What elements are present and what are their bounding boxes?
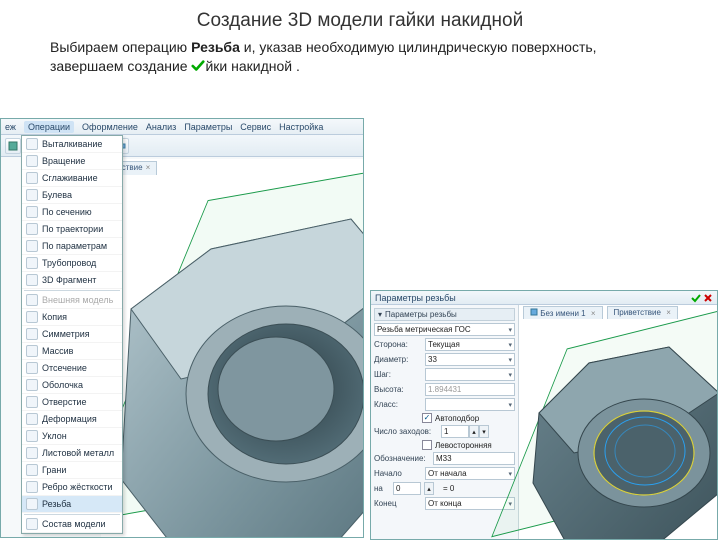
dd-sheetmetal[interactable]: Листовой металл: [22, 445, 122, 462]
menu-design[interactable]: Оформление: [82, 122, 138, 132]
dd-pipe[interactable]: Трубопровод: [22, 255, 122, 272]
toolbar-button-1[interactable]: [5, 138, 21, 154]
dd-extmodel[interactable]: Внешняя модель: [22, 292, 122, 309]
doc-tab-welcome2[interactable]: Приветствие ×: [607, 306, 678, 319]
close-icon[interactable]: ×: [591, 309, 596, 318]
dd-deform[interactable]: Деформация: [22, 411, 122, 428]
dd-modelcontents[interactable]: Состав модели: [22, 516, 122, 533]
thread-type-select[interactable]: Резьба метрическая ГОС: [374, 323, 515, 336]
panel-titlebar: Параметры резьбы: [371, 291, 717, 305]
menu-analysis[interactable]: Анализ: [146, 122, 176, 132]
side-select[interactable]: Текущая: [425, 338, 515, 351]
slide-title: Создание 3D модели гайки накидной: [0, 10, 720, 32]
dd-hole[interactable]: Отверстие: [22, 394, 122, 411]
params-section-head[interactable]: ▾Параметры резьбы: [374, 308, 515, 321]
menu-settings[interactable]: Настройка: [279, 122, 323, 132]
dd-draft[interactable]: Уклон: [22, 428, 122, 445]
end-label: Конец: [374, 499, 422, 508]
pitch-label: Шаг:: [374, 370, 422, 379]
side-label: Сторона:: [374, 340, 422, 349]
menu-operations[interactable]: Операции: [24, 121, 74, 133]
desc-operation-name: Резьба: [191, 39, 240, 55]
dd-rib[interactable]: Ребро жёсткости: [22, 479, 122, 496]
dd-byparams[interactable]: По параметрам: [22, 238, 122, 255]
diameter-select[interactable]: 33: [425, 353, 515, 366]
dd-loft[interactable]: По сечению: [22, 204, 122, 221]
step-up-icon[interactable]: ▴: [469, 425, 479, 438]
dd-boolean[interactable]: Булева: [22, 187, 122, 204]
dd-faces[interactable]: Грани: [22, 462, 122, 479]
nut-shape-left: [101, 179, 364, 538]
menu-service[interactable]: Сервис: [240, 122, 271, 132]
end-select[interactable]: От конца: [425, 497, 515, 510]
pitch-select[interactable]: [425, 368, 515, 381]
designation-input[interactable]: M33: [433, 452, 515, 465]
dd-copy[interactable]: Копия: [22, 309, 122, 326]
viewport-left: етствие×: [101, 159, 363, 537]
autofit-checkbox[interactable]: [422, 413, 432, 423]
dd-symmetry[interactable]: Симметрия: [22, 326, 122, 343]
dd-array[interactable]: Массив: [22, 343, 122, 360]
dd-cut[interactable]: Отсечение: [22, 360, 122, 377]
panel-title-text: Параметры резьбы: [375, 293, 456, 303]
collapse-icon[interactable]: ▾: [378, 310, 382, 319]
on-label: на: [374, 484, 390, 493]
height-input[interactable]: 1.894431: [425, 383, 515, 396]
dd-sweep[interactable]: По траектории: [22, 221, 122, 238]
dd-smooth[interactable]: Сглаживание: [22, 170, 122, 187]
height-label: Высота:: [374, 385, 422, 394]
on-equals: = 0: [443, 484, 454, 493]
dropdown-separator-1: [24, 290, 120, 291]
dd-revolve[interactable]: Вращение: [22, 153, 122, 170]
dd-extrude[interactable]: Выталкивание: [22, 136, 122, 153]
step-up-icon[interactable]: ▴: [424, 482, 434, 495]
desc-text-pre: Выбираем операцию: [50, 39, 191, 55]
designation-label: Обозначение:: [374, 454, 430, 463]
starts-label: Число заходов:: [374, 427, 438, 436]
checkmark-icon: [191, 59, 205, 73]
lefthand-label: Левосторонняя: [435, 441, 492, 450]
menubar-cut: еж: [5, 122, 16, 132]
apply-icon[interactable]: [691, 293, 701, 303]
thread-params-panel: ▾Параметры резьбы Резьба метрическая ГОС…: [371, 305, 519, 539]
viewport-right: Без имени 1 × Приветствие ×: [519, 305, 717, 539]
menu-parameters[interactable]: Параметры: [184, 122, 232, 132]
cancel-icon[interactable]: [703, 293, 713, 303]
close-icon[interactable]: ×: [666, 308, 671, 317]
begin-select[interactable]: От начала: [425, 467, 515, 480]
doc-tabs-right: Без имени 1 × Приветствие ×: [523, 306, 678, 319]
on-input[interactable]: 0: [393, 482, 421, 495]
begin-label: Начало: [374, 469, 422, 478]
class-select[interactable]: [425, 398, 515, 411]
close-icon[interactable]: ×: [146, 163, 151, 172]
doc-tab-unnamed[interactable]: Без имени 1 ×: [523, 306, 603, 319]
nut-shape-right: [519, 323, 718, 540]
diameter-label: Диаметр:: [374, 355, 422, 364]
starts-stepper[interactable]: 1▴▾: [441, 425, 489, 438]
lefthand-checkbox[interactable]: [422, 440, 432, 450]
desc-text-post: йки накидной .: [205, 58, 299, 74]
description-paragraph: Выбираем операцию Резьба и, указав необх…: [50, 38, 670, 76]
autofit-label: Автоподбор: [435, 414, 479, 423]
class-label: Класс:: [374, 400, 422, 409]
screenshot-right: Параметры резьбы ▾Параметры резьбы Резьб…: [370, 290, 718, 540]
step-down-icon[interactable]: ▾: [479, 425, 489, 438]
cube-icon: [530, 308, 538, 316]
menubar: еж Операции Оформление Анализ Параметры …: [1, 119, 363, 135]
dropdown-separator-2: [24, 514, 120, 515]
operations-dropdown: Выталкивание Вращение Сглаживание Булева…: [21, 135, 123, 534]
dd-thread[interactable]: Резьба: [22, 496, 122, 513]
nut-render-left: [101, 179, 364, 538]
dd-shell[interactable]: Оболочка: [22, 377, 122, 394]
dd-3dfrag[interactable]: 3D Фрагмент: [22, 272, 122, 289]
screenshot-left: еж Операции Оформление Анализ Параметры …: [0, 118, 364, 538]
